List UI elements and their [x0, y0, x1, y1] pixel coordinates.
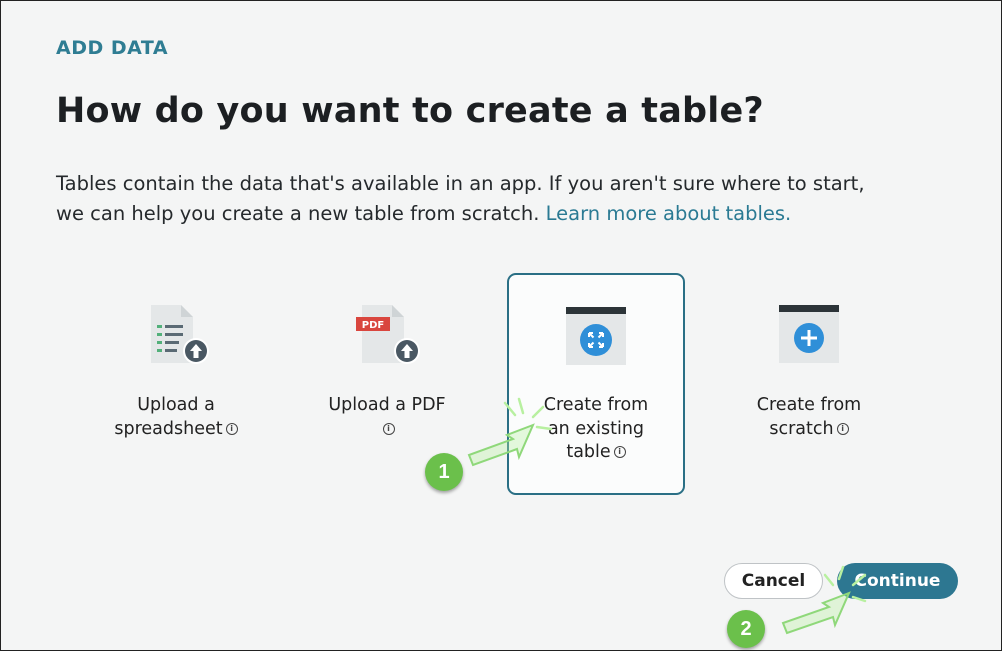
description-line-2: we can help you create a new table from … [56, 202, 546, 225]
option-label-line: Upload a [137, 395, 215, 415]
info-icon[interactable]: i [225, 422, 238, 435]
existing-table-icon [566, 307, 626, 365]
page-title: How do you want to create a table? [56, 91, 764, 131]
pdf-upload-icon: PDF [356, 305, 420, 364]
dialog-eyebrow: ADD DATA [56, 37, 169, 59]
new-table-icon [779, 305, 839, 363]
option-from-scratch[interactable]: Create from scratch i [720, 273, 898, 495]
info-icon[interactable]: i [382, 422, 395, 435]
pdf-badge: PDF [362, 320, 384, 331]
step-badge-1: 1 [425, 453, 463, 491]
description: Tables contain the data that's available… [56, 169, 976, 229]
option-label-line: Create from [756, 395, 862, 415]
step-badge-2: 2 [727, 610, 765, 648]
option-label-line: table [566, 442, 611, 462]
pointer-hand-icon [781, 565, 867, 635]
description-line-1: Tables contain the data that's available… [56, 172, 865, 195]
info-icon[interactable]: i [836, 422, 849, 435]
pointer-hand-icon [467, 397, 553, 467]
info-icon[interactable]: i [613, 446, 626, 458]
option-label-line: spreadsheet [114, 418, 223, 439]
option-upload-spreadsheet[interactable]: Upload a spreadsheet i [87, 273, 265, 495]
spreadsheet-upload-icon [151, 305, 209, 364]
option-label-line: scratch [769, 418, 834, 439]
learn-more-link[interactable]: Learn more about tables. [546, 202, 792, 225]
option-label-line: Upload a PDF [328, 395, 446, 415]
dialog: ADD DATA How do you want to create a tab… [0, 0, 1002, 651]
